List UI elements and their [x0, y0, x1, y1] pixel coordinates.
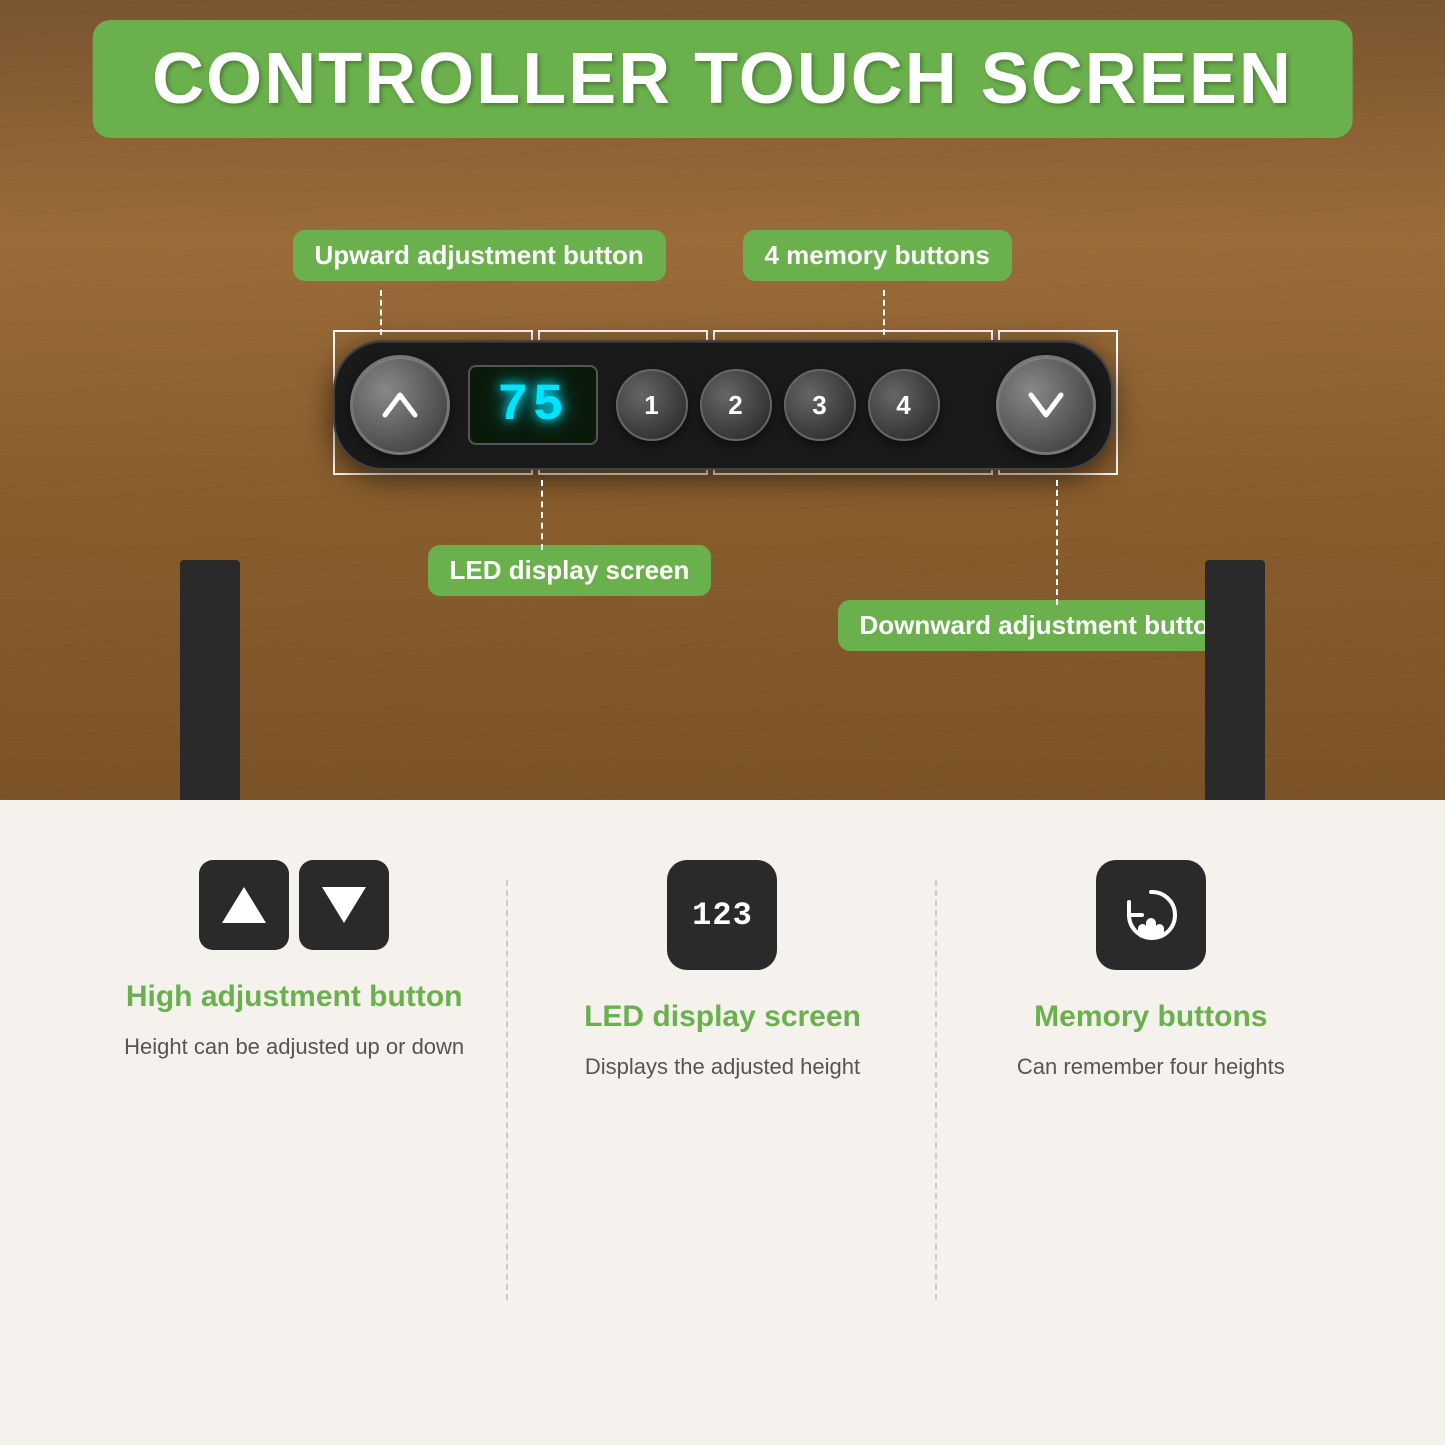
- led-feature-desc: Displays the adjusted height: [585, 1050, 860, 1083]
- page-title: CONTROLLER TOUCH SCREEN: [152, 39, 1293, 119]
- upward-label: Upward adjustment button: [293, 230, 666, 281]
- controller-panel: 75 1 2 3 4: [333, 340, 1113, 470]
- memory-button-4[interactable]: 4: [868, 369, 940, 441]
- down-square-button: [299, 860, 389, 950]
- memory-feature-title: Memory buttons: [1034, 1000, 1267, 1034]
- table-leg-left: [180, 560, 240, 800]
- memory-icon-box: [1096, 860, 1206, 970]
- memory-button-2[interactable]: 2: [700, 369, 772, 441]
- upward-dashed-line: [380, 290, 382, 335]
- memory-dashed-line: [883, 290, 885, 335]
- memory-button-3[interactable]: 3: [784, 369, 856, 441]
- controller-device: 75 1 2 3 4: [333, 340, 1113, 470]
- memory-label: 4 memory buttons: [743, 230, 1012, 281]
- adjustment-desc: Height can be adjusted up or down: [124, 1030, 464, 1063]
- led-label: LED display screen: [428, 545, 712, 596]
- led-value: 75: [497, 376, 567, 435]
- product-photo-section: CONTROLLER TOUCH SCREEN Upward adjustmen…: [0, 0, 1445, 800]
- memory-feature-desc: Can remember four heights: [1017, 1050, 1285, 1083]
- led-icon-text: 123: [692, 897, 753, 934]
- title-banner: CONTROLLER TOUCH SCREEN: [92, 20, 1353, 138]
- downward-label: Downward adjustment button: [838, 600, 1247, 651]
- feature-col-memory: Memory buttons Can remember four heights: [937, 860, 1365, 1083]
- adjustment-title: High adjustment button: [126, 980, 463, 1014]
- memory-button-1[interactable]: 1: [616, 369, 688, 441]
- up-square-button: [199, 860, 289, 950]
- up-button[interactable]: [350, 355, 450, 455]
- up-down-icons: [199, 860, 389, 950]
- downward-dashed-line: [1056, 480, 1058, 605]
- memory-buttons-group: 1 2 3 4: [616, 369, 940, 441]
- down-button[interactable]: [996, 355, 1096, 455]
- led-dashed-line: [541, 480, 543, 550]
- feature-col-led: 123 LED display screen Displays the adju…: [508, 860, 936, 1083]
- led-feature-title: LED display screen: [584, 1000, 861, 1034]
- feature-col-adjustment: High adjustment button Height can be adj…: [80, 860, 508, 1063]
- features-section: High adjustment button Height can be adj…: [0, 800, 1445, 1445]
- table-leg-right: [1205, 560, 1265, 800]
- led-icon-box: 123: [667, 860, 777, 970]
- led-display: 75: [468, 365, 598, 445]
